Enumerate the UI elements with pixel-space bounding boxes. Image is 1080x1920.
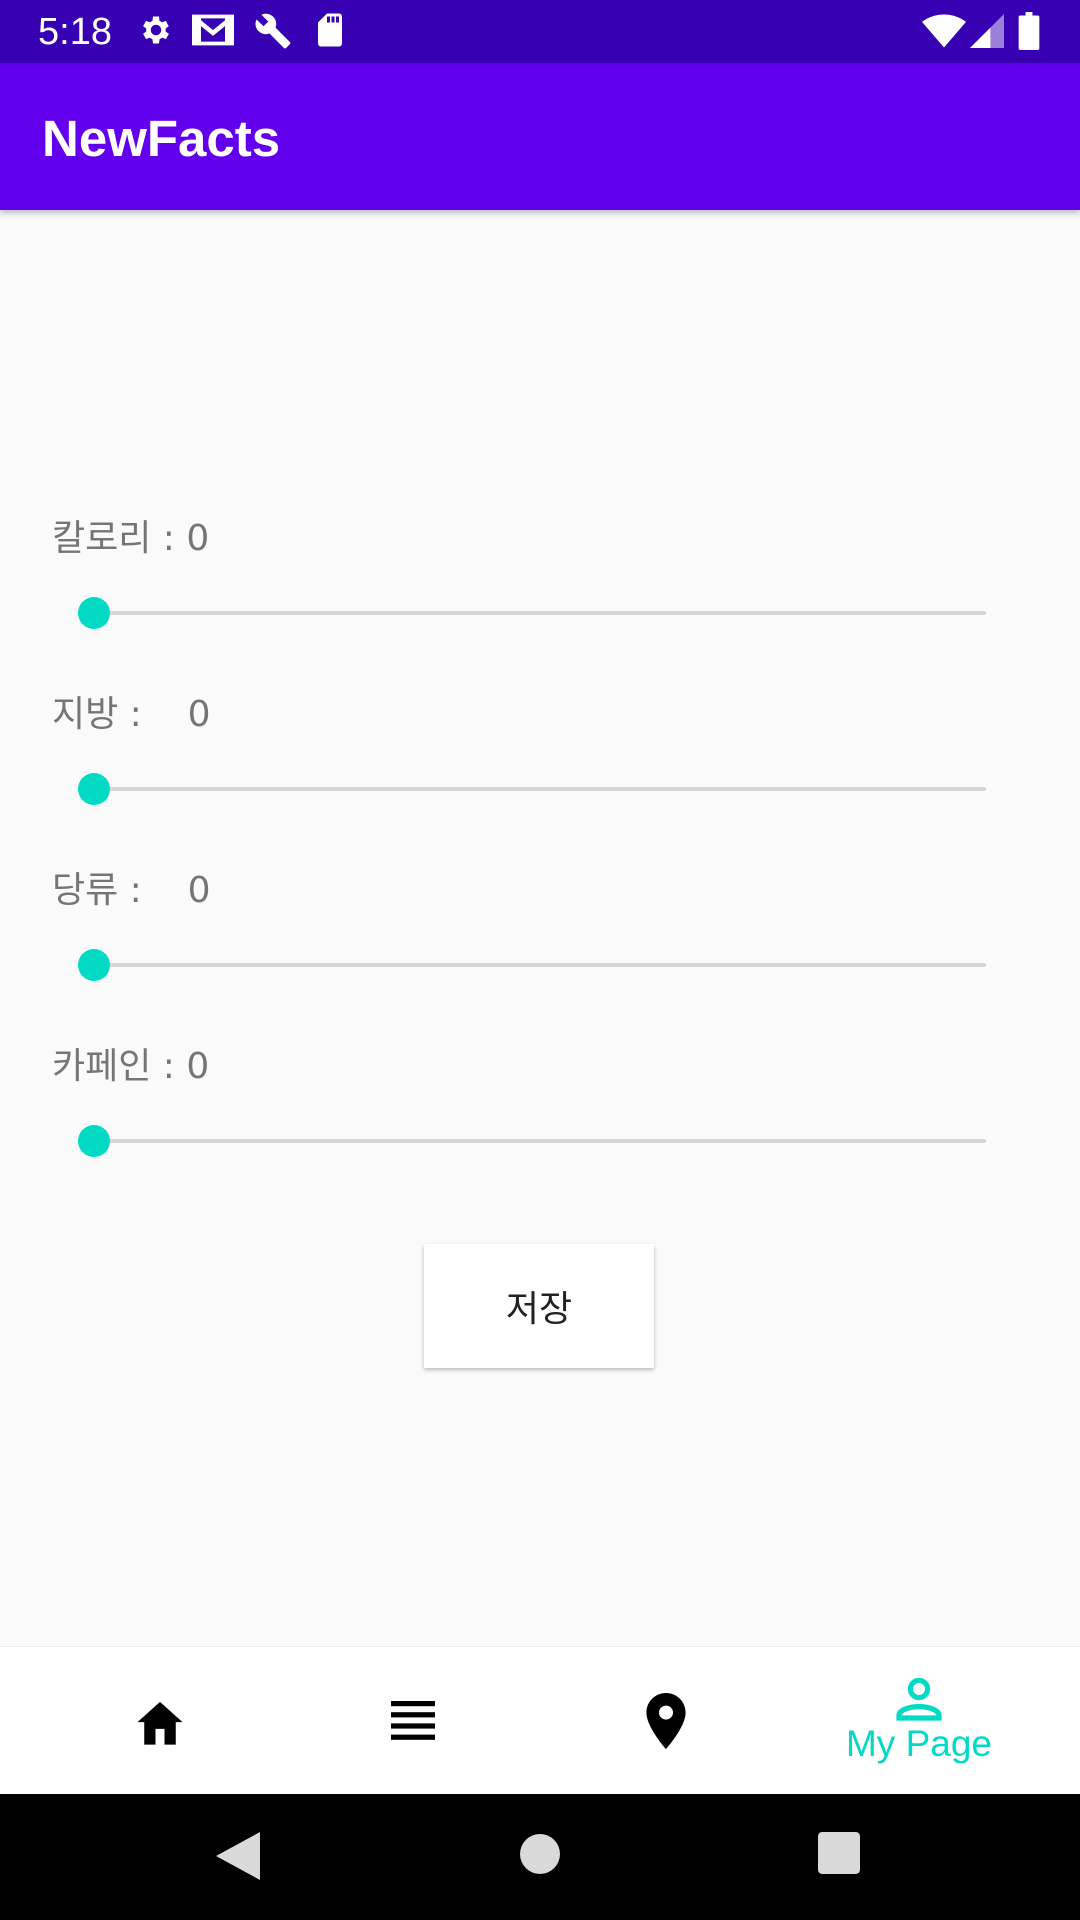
slider-track	[94, 963, 986, 967]
caffeine-label: 카페인 : 0	[52, 1046, 210, 1087]
app-title: NewFacts	[42, 110, 281, 167]
sugar-slider[interactable]	[78, 941, 986, 989]
back-icon[interactable]	[216, 1832, 260, 1880]
caffeine-slider[interactable]	[78, 1117, 986, 1165]
wrench-icon	[255, 13, 291, 49]
nav-label-my-page: My Page	[845, 1723, 992, 1764]
system-navigation-bar	[0, 1794, 1080, 1920]
slider-track	[94, 1139, 986, 1143]
slider-track	[94, 611, 986, 615]
slider-track	[94, 787, 986, 791]
person-icon	[896, 1677, 942, 1721]
status-time: 5:18	[38, 11, 112, 53]
sd-card-icon	[318, 13, 342, 47]
gmail-icon	[192, 14, 234, 46]
slider-thumb[interactable]	[78, 597, 110, 629]
calorie-slider[interactable]	[78, 589, 986, 637]
slider-thumb[interactable]	[78, 773, 110, 805]
save-button[interactable]: 저장	[424, 1244, 654, 1368]
nav-item-my-page[interactable]: My Page	[784, 1647, 1054, 1795]
gear-icon	[143, 16, 169, 44]
nav-item-list[interactable]	[278, 1647, 548, 1795]
fat-slider[interactable]	[78, 765, 986, 813]
recents-icon[interactable]	[818, 1832, 860, 1874]
home-icon	[137, 1701, 183, 1745]
home-button-icon[interactable]	[520, 1834, 560, 1874]
signal-icon	[970, 14, 1004, 48]
list-icon	[391, 1701, 435, 1740]
nav-item-home[interactable]	[25, 1647, 295, 1795]
bottom-navigation: My Page	[0, 1646, 1080, 1795]
sugar-label: 당류 : 0	[52, 870, 211, 911]
calorie-label: 칼로리 : 0	[52, 518, 210, 559]
fat-label: 지방 : 0	[52, 694, 211, 735]
slider-thumb[interactable]	[78, 949, 110, 981]
wifi-icon	[922, 14, 966, 48]
battery-icon	[1018, 12, 1040, 50]
app-bar: NewFacts	[0, 63, 1080, 210]
status-bar: 5:18	[0, 0, 1080, 63]
nav-item-location[interactable]	[531, 1647, 801, 1795]
location-pin-icon	[646, 1693, 686, 1749]
slider-thumb[interactable]	[78, 1125, 110, 1157]
